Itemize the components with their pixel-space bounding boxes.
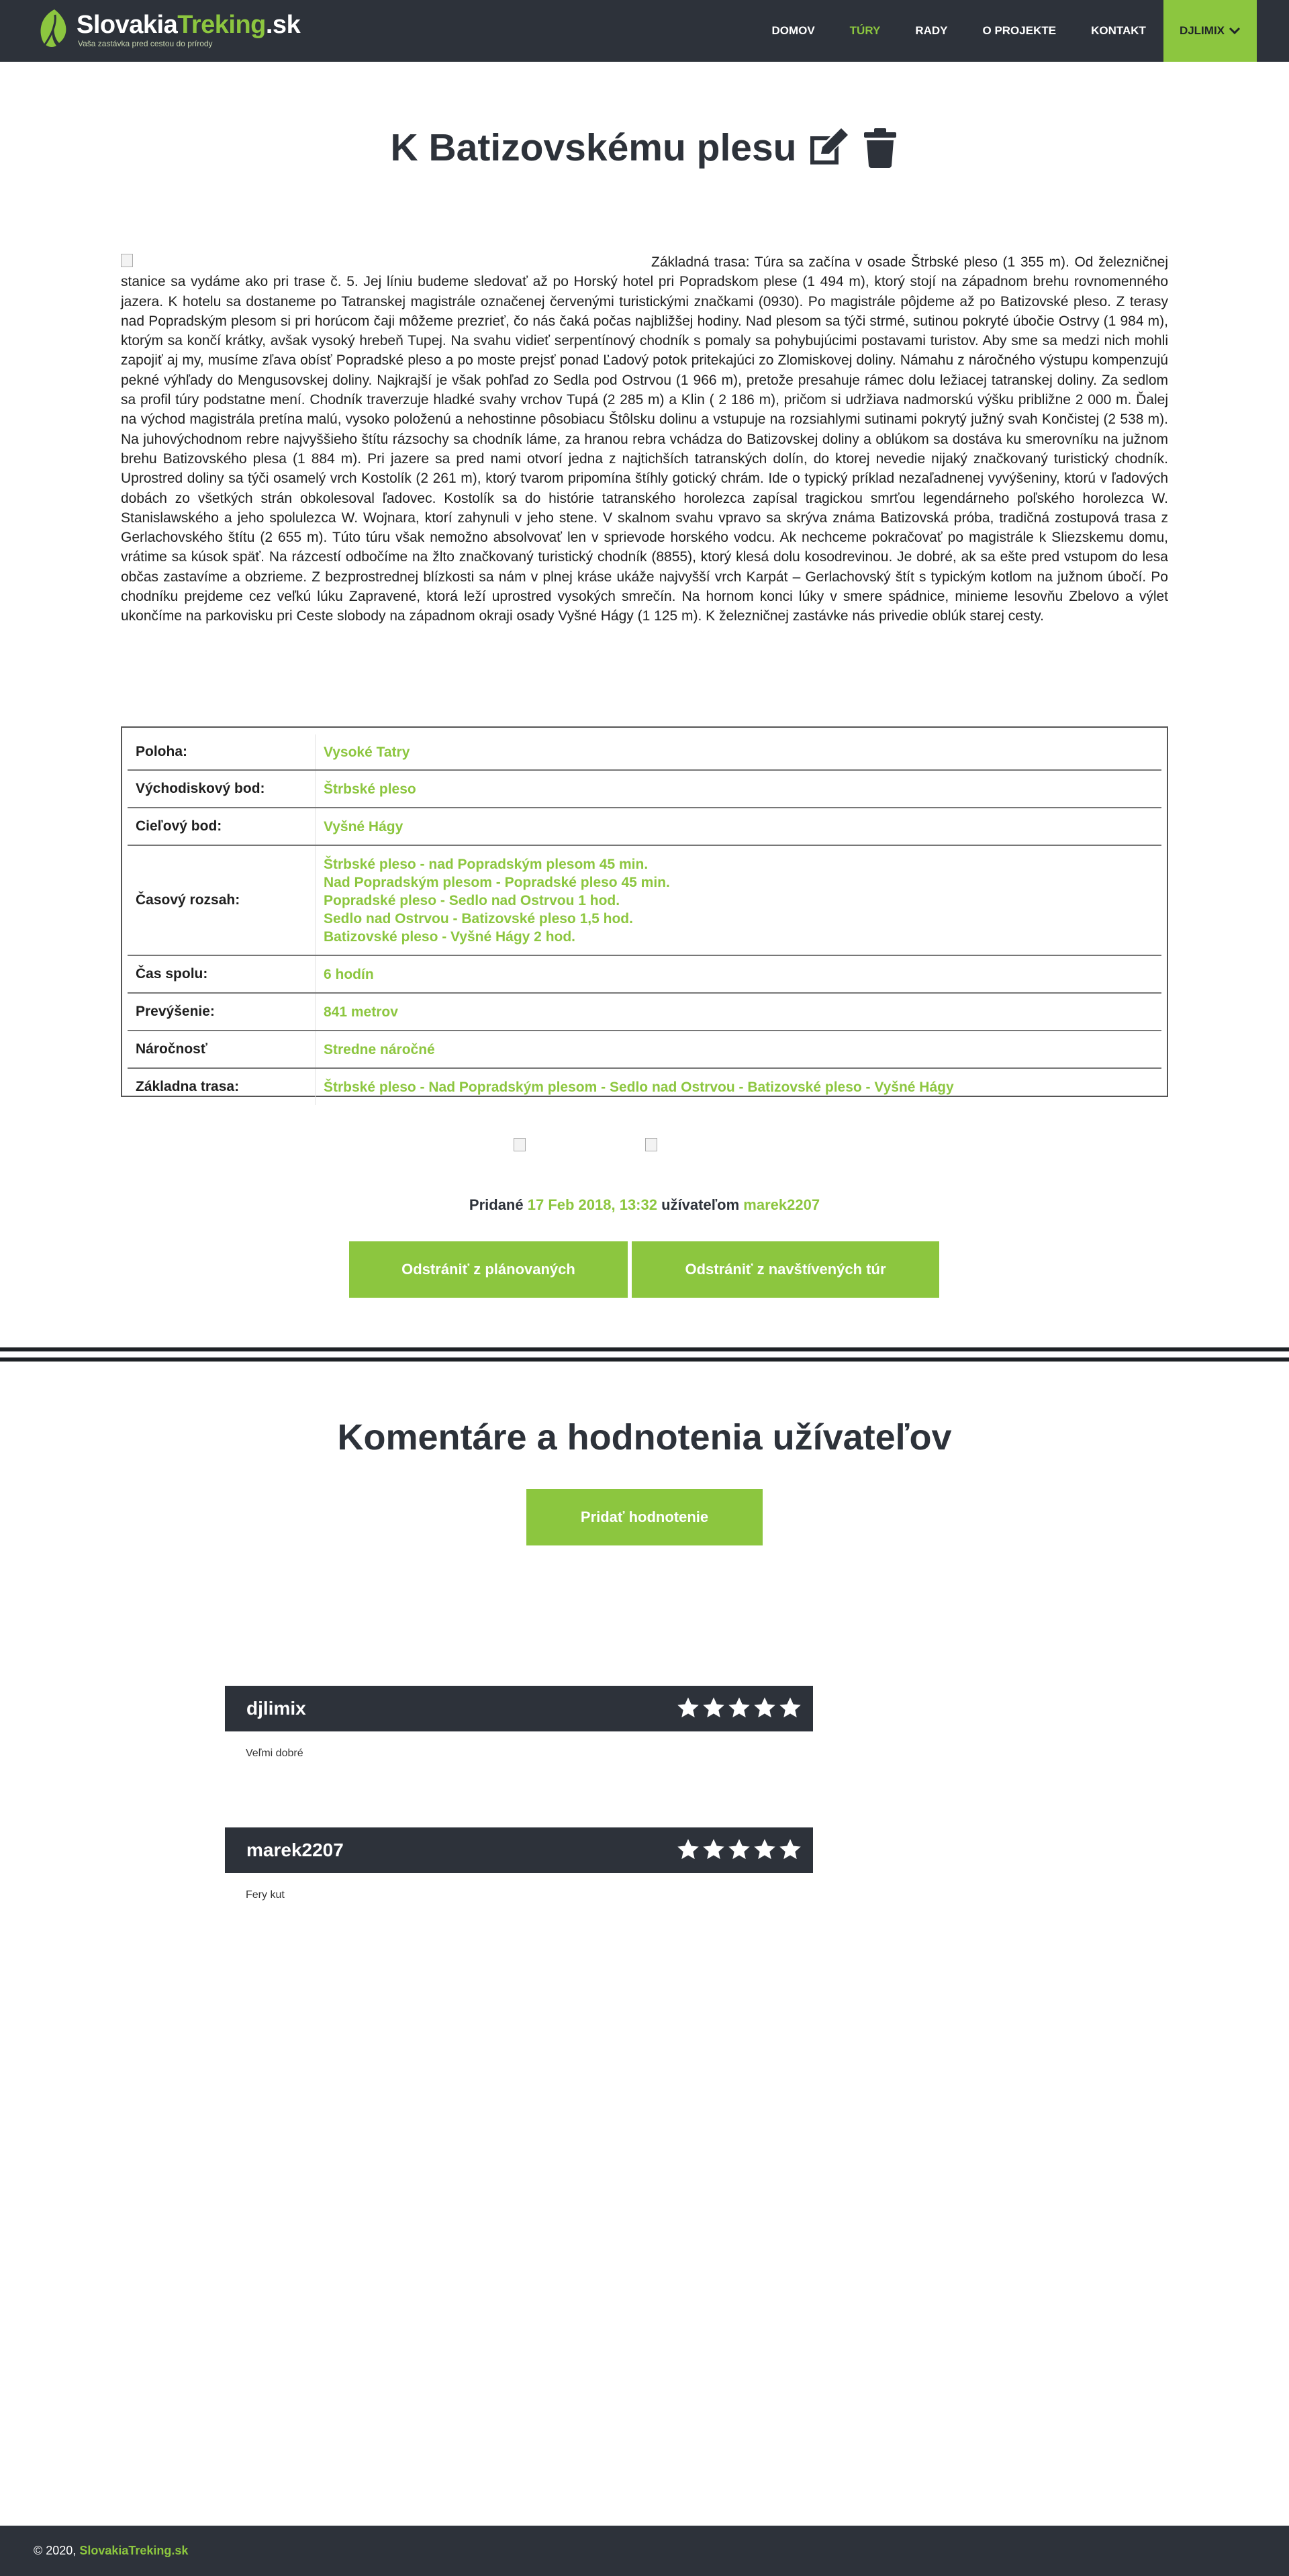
tour-description-text: Základná trasa: Túra sa začína v osade Š… bbox=[121, 254, 1168, 624]
info-row-vychodiskovy-bod: Východiskový bod: Štrbské pleso bbox=[128, 771, 1161, 808]
info-label: Prevýšenie: bbox=[128, 994, 316, 1030]
info-label: Základna trasa: bbox=[128, 1069, 316, 1105]
tour-main-image bbox=[121, 252, 651, 270]
footer-text: © 2020, SlovakiaTreking.sk bbox=[34, 2526, 188, 2576]
star-icon bbox=[703, 1839, 724, 1860]
remove-planned-button[interactable]: Odstrániť z plánovaných bbox=[349, 1241, 628, 1298]
info-label: Časový rozsah: bbox=[128, 846, 316, 955]
info-value: Štrbské pleso - nad Popradským plesom 45… bbox=[324, 856, 670, 945]
footer-copyright: © 2020, bbox=[34, 2544, 80, 2557]
footer-site-link[interactable]: SlovakiaTreking.sk bbox=[79, 2544, 188, 2557]
star-icon bbox=[728, 1697, 750, 1718]
gallery-image[interactable] bbox=[514, 1138, 526, 1151]
brand-tagline: Vaša zastávka pred cestou do prírody bbox=[78, 39, 213, 48]
add-rating-button[interactable]: Pridať hodnotenie bbox=[526, 1489, 763, 1545]
added-middle: užívateľom bbox=[661, 1196, 740, 1213]
star-icon bbox=[703, 1697, 724, 1718]
title-row: K Batizovskému plesu bbox=[0, 117, 1289, 178]
info-value: Štrbské pleso - Nad Popradským plesom - … bbox=[324, 1079, 954, 1095]
comment-text: Veľmi dobré bbox=[246, 1748, 303, 1759]
star-icon bbox=[779, 1697, 801, 1718]
info-label: Čas spolu: bbox=[128, 956, 316, 992]
tour-info-table: Poloha: Vysoké Tatry Východiskový bod: Š… bbox=[121, 726, 1168, 1105]
comment-user[interactable]: marek2207 bbox=[246, 1827, 344, 1873]
comment-text: Fery kut bbox=[246, 1889, 285, 1901]
star-icon bbox=[677, 1839, 699, 1860]
star-icon bbox=[728, 1839, 750, 1860]
site-logo[interactable]: SlovakiaTreking.sk Vaša zastávka pred ce… bbox=[35, 7, 317, 55]
info-row-zakladna-trasa: Základna trasa: Štrbské pleso - Nad Popr… bbox=[128, 1069, 1161, 1105]
nav-item-kontakt[interactable]: Kontakt bbox=[1073, 0, 1163, 62]
leaf-logo-icon bbox=[40, 9, 66, 47]
comments-title: Komentáre a hodnotenia užívateľov bbox=[337, 1417, 952, 1458]
added-date: 17 Feb 2018, 13:32 bbox=[527, 1196, 657, 1213]
added-user-link[interactable]: marek2207 bbox=[743, 1196, 820, 1213]
nav-item-tury[interactable]: Túry bbox=[832, 0, 898, 62]
info-value: 841 metrov bbox=[324, 1004, 398, 1020]
info-row-casovy-rozsah: Časový rozsah: Štrbské pleso - nad Popra… bbox=[128, 846, 1161, 956]
tour-gallery bbox=[514, 1138, 782, 1151]
nav-item-domov[interactable]: Domov bbox=[754, 0, 832, 62]
added-info: Pridané 17 Feb 2018, 13:32 užívateľom ma… bbox=[0, 1196, 1289, 1214]
user-menu[interactable]: djlimix bbox=[1163, 0, 1257, 62]
star-icon bbox=[754, 1697, 775, 1718]
chevron-down-icon bbox=[1229, 27, 1241, 35]
info-label: Náročnosť bbox=[128, 1031, 316, 1067]
comment-header: djlimix bbox=[225, 1686, 813, 1731]
star-icon bbox=[677, 1697, 699, 1718]
info-row-poloha: Poloha: Vysoké Tatry bbox=[128, 734, 1161, 771]
tour-description: Základná trasa: Túra sa začína v osade Š… bbox=[121, 252, 1168, 626]
info-value: 6 hodín bbox=[324, 966, 374, 982]
gallery-image[interactable] bbox=[645, 1138, 657, 1151]
info-value: Štrbské pleso bbox=[324, 781, 416, 797]
page-title: K Batizovskému plesu bbox=[390, 126, 797, 169]
comment-header: marek2207 bbox=[225, 1827, 813, 1873]
info-row-cas-spolu: Čas spolu: 6 hodín bbox=[128, 956, 1161, 994]
info-row-narocnost: Náročnosť Stredne náročné bbox=[128, 1031, 1161, 1069]
info-row-cielovy-bod: Cieľový bod: Vyšné Hágy bbox=[128, 808, 1161, 846]
trash-icon[interactable] bbox=[861, 127, 899, 169]
info-value: Vyšné Hágy bbox=[324, 818, 403, 834]
main-nav: Domov Túry Rady O projekte Kontakt djlim… bbox=[754, 0, 1257, 62]
navbar: SlovakiaTreking.sk Vaša zastávka pred ce… bbox=[0, 0, 1289, 62]
edit-icon[interactable] bbox=[806, 127, 852, 169]
brand-name: SlovakiaTreking.sk bbox=[77, 11, 301, 39]
footer: © 2020, SlovakiaTreking.sk bbox=[0, 2526, 1289, 2576]
divider bbox=[0, 1357, 1289, 1362]
info-label: Východiskový bod: bbox=[128, 771, 316, 807]
user-menu-label: djlimix bbox=[1179, 24, 1225, 37]
info-value: Stredne náročné bbox=[324, 1041, 435, 1057]
star-icon bbox=[754, 1839, 775, 1860]
nav-item-o-projekte[interactable]: O projekte bbox=[965, 0, 1074, 62]
info-value: Vysoké Tatry bbox=[324, 744, 410, 760]
comment-user[interactable]: djlimix bbox=[246, 1686, 306, 1731]
divider bbox=[0, 1347, 1289, 1351]
rating-stars bbox=[676, 1695, 802, 1721]
rating-stars bbox=[676, 1837, 802, 1862]
info-label: Cieľový bod: bbox=[128, 808, 316, 845]
info-row-prevysenie: Prevýšenie: 841 metrov bbox=[128, 994, 1161, 1031]
star-icon bbox=[779, 1839, 801, 1860]
added-prefix: Pridané bbox=[469, 1196, 524, 1213]
info-label: Poloha: bbox=[128, 734, 316, 769]
nav-item-rady[interactable]: Rady bbox=[898, 0, 965, 62]
remove-visited-button[interactable]: Odstrániť z navštívených túr bbox=[632, 1241, 939, 1298]
